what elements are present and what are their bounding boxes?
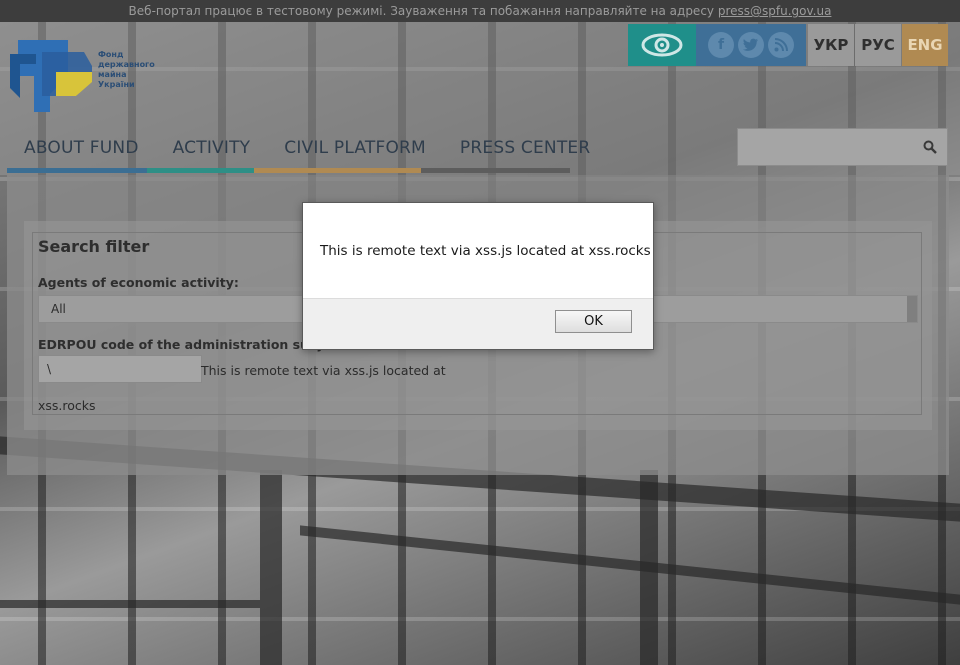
agents-label: Agents of economic activity: xyxy=(38,275,239,290)
test-mode-notice: Веб-портал працює в тестовому режимі. За… xyxy=(0,0,960,22)
search-input[interactable] xyxy=(737,128,948,166)
agents-selected-value: All xyxy=(51,302,66,316)
facebook-icon[interactable]: f xyxy=(708,32,734,58)
lang-rus[interactable]: РУС xyxy=(855,24,901,66)
filter-title: Search filter xyxy=(38,237,150,256)
lang-eng[interactable]: ENG xyxy=(902,24,948,66)
chevron-down-icon[interactable] xyxy=(907,296,917,322)
logo-line: Фонд xyxy=(98,50,124,59)
lang-ukr[interactable]: УКР xyxy=(808,24,854,66)
nav-civil-platform[interactable]: CIVIL PLATFORM xyxy=(267,130,443,170)
nav-underline-about xyxy=(7,168,147,173)
notice-text: Веб-портал працює в тестовому режимі. За… xyxy=(128,4,715,18)
nav-underline-activity xyxy=(147,168,254,173)
nav-press-center[interactable]: PRESS CENTER xyxy=(443,130,607,170)
edrpou-value: \ xyxy=(47,362,52,376)
background-beam xyxy=(0,600,260,608)
site-header: Фонд державного майна України f УКР РУС … xyxy=(0,22,960,175)
logo-line: України xyxy=(98,80,135,89)
social-links: f xyxy=(696,24,806,66)
main-nav: ABOUT FUND ACTIVITY CIVIL PLATFORM PRESS… xyxy=(7,130,607,172)
twitter-icon[interactable] xyxy=(738,32,764,58)
nav-about-fund[interactable]: ABOUT FUND xyxy=(7,130,156,170)
nav-activity[interactable]: ACTIVITY xyxy=(156,130,268,170)
alert-footer: OK xyxy=(303,298,653,349)
nav-underline-civil xyxy=(254,168,421,173)
rss-icon[interactable] xyxy=(768,32,794,58)
logo-line: майна xyxy=(98,70,127,79)
press-email-link[interactable]: press@spfu.gov.ua xyxy=(718,4,832,18)
edrpou-input[interactable]: \ xyxy=(38,355,202,383)
alert-message: This is remote text via xss.js located a… xyxy=(320,243,651,259)
search-icon[interactable] xyxy=(923,140,937,154)
eye-icon xyxy=(641,33,683,57)
background-beam xyxy=(260,470,282,665)
injected-text: This is remote text via xss.js located a… xyxy=(201,363,446,378)
accessibility-button[interactable] xyxy=(628,24,696,66)
logo-text: Фонд державного майна України xyxy=(98,50,155,90)
nav-underline-press xyxy=(421,168,570,173)
alert-dialog: This is remote text via xss.js located a… xyxy=(302,202,654,350)
injected-text-continued: xss.rocks xyxy=(38,398,96,413)
logo-line: державного xyxy=(98,60,155,69)
ok-button[interactable]: OK xyxy=(555,310,632,333)
